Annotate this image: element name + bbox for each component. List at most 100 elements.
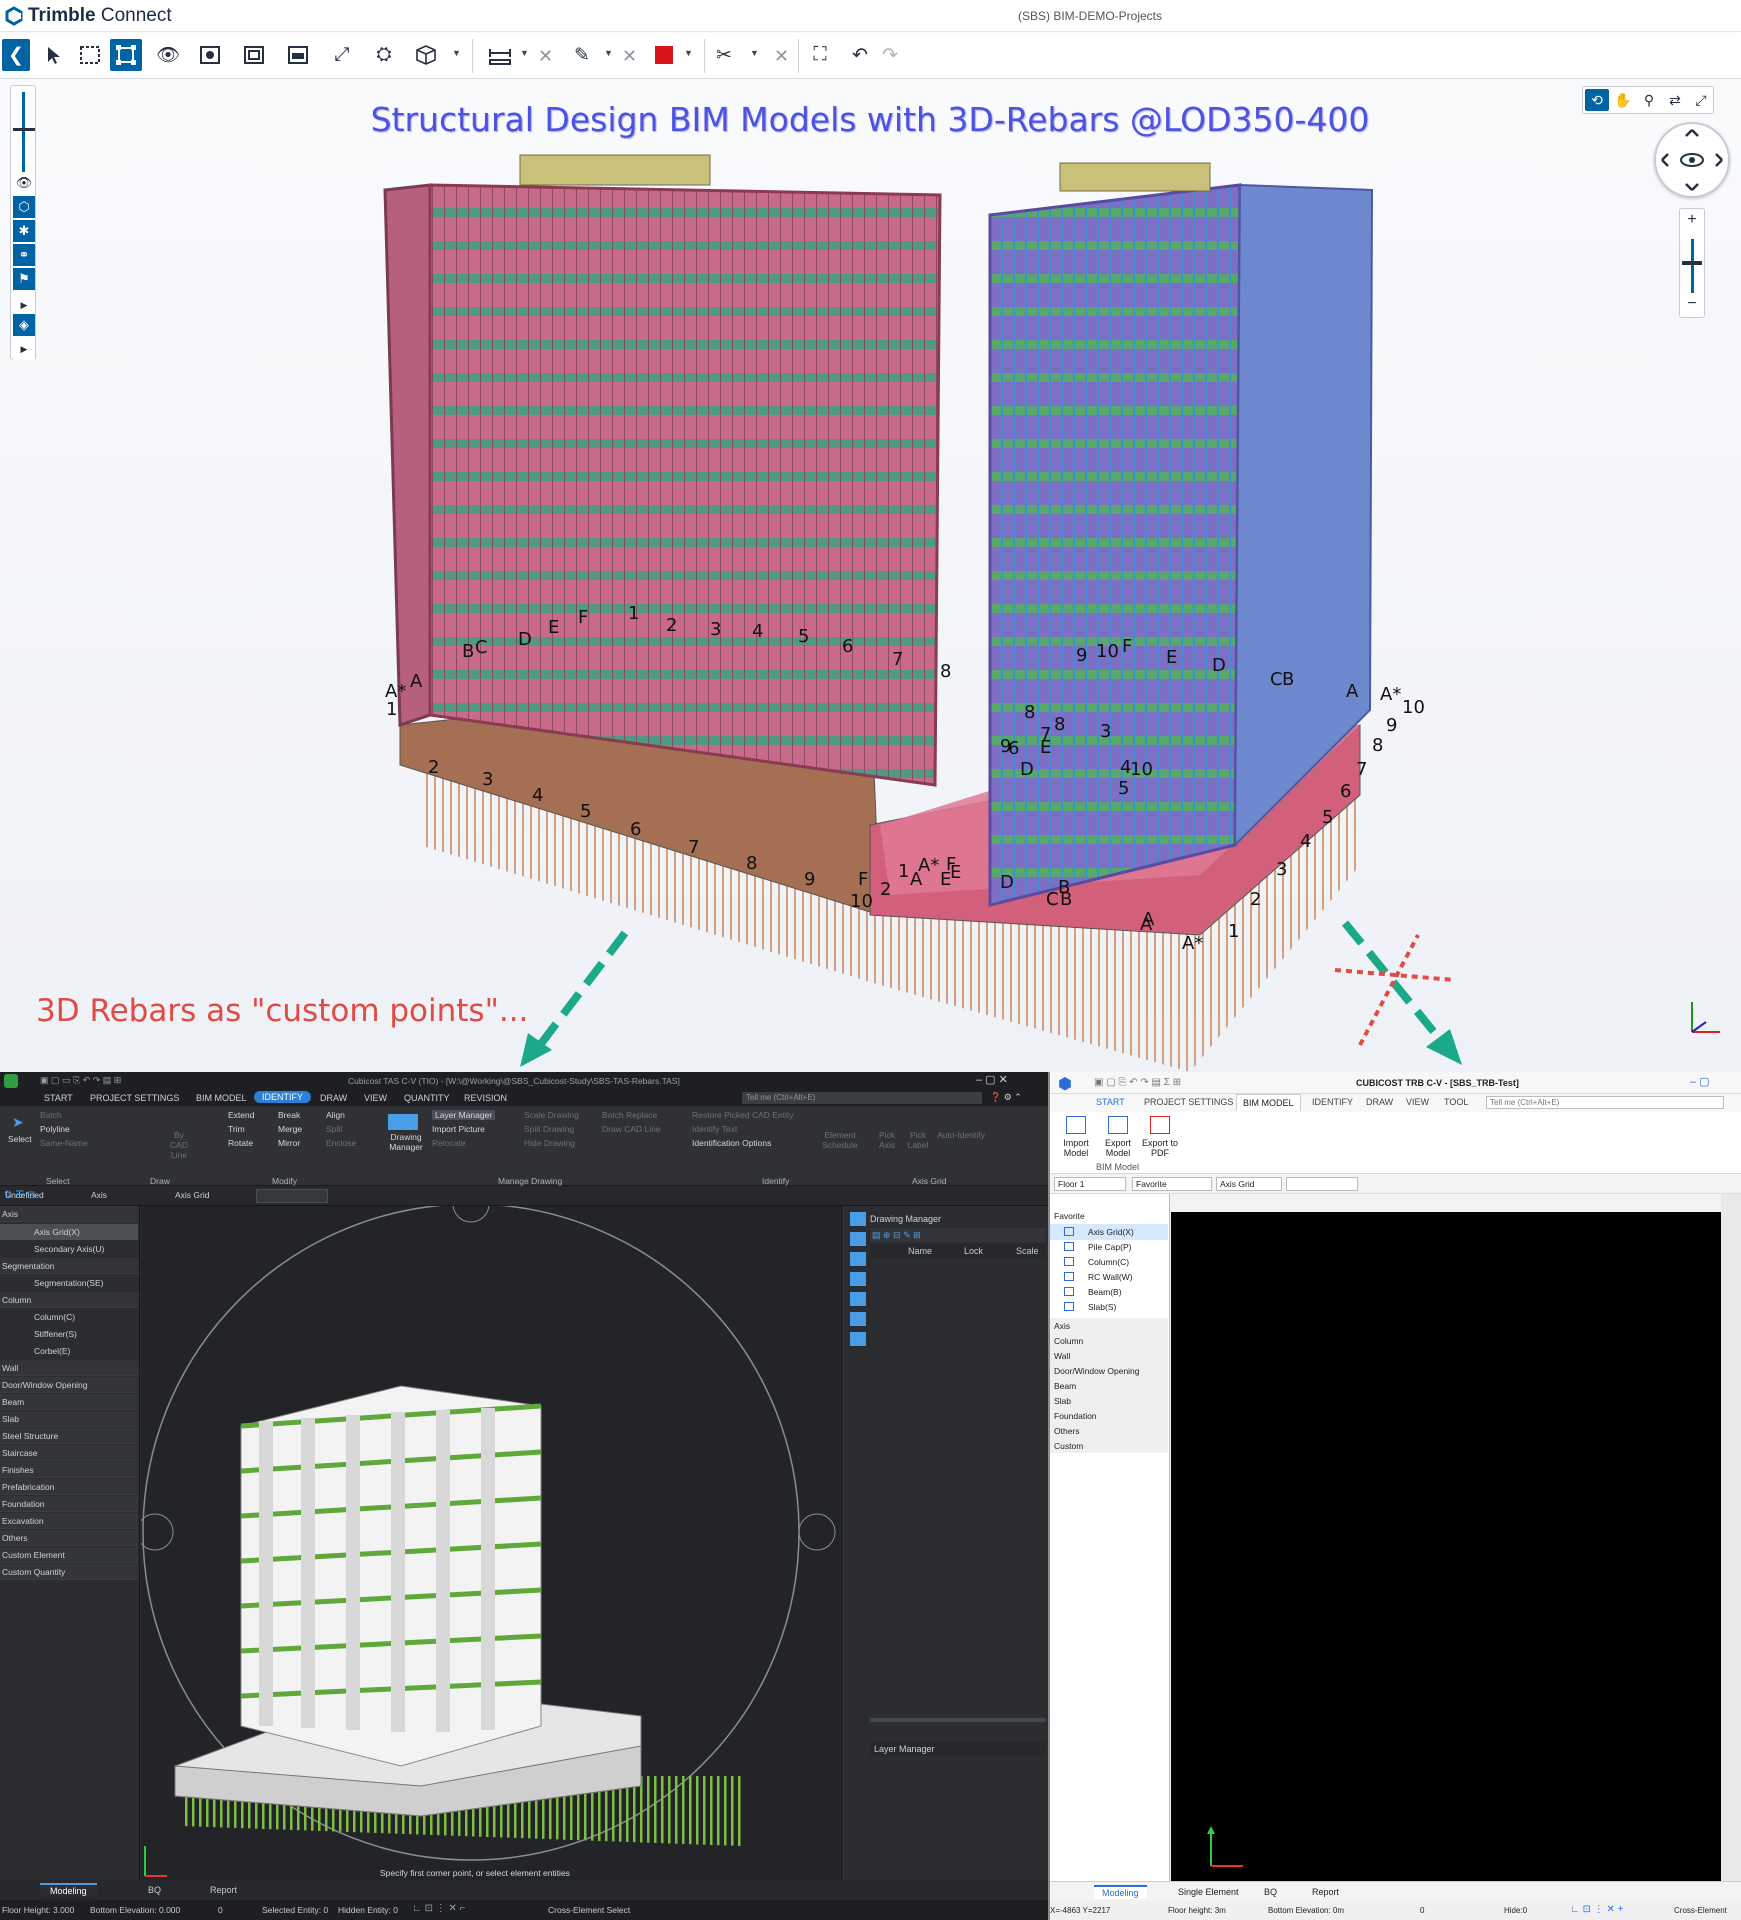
tab-single-element[interactable]: Single Element (1178, 1887, 1239, 1897)
tab-bim-model[interactable]: BIM MODEL (1236, 1094, 1301, 1111)
tree-item[interactable]: Segmentation(SE) (0, 1275, 138, 1291)
relocate-button[interactable]: Relocate (432, 1138, 466, 1148)
snap-tools-icons[interactable]: ∟ ⊡ ⋮ ✕ ⌐ (412, 1903, 466, 1914)
identification-options-button[interactable]: Identification Options (692, 1138, 771, 1148)
tab-report[interactable]: Report (210, 1885, 237, 1895)
tree-item[interactable]: Wall (0, 1360, 138, 1376)
merge-button[interactable]: Merge (278, 1124, 302, 1134)
tree-favorite-item[interactable]: Beam(B) (1050, 1284, 1168, 1300)
tell-me-search-input[interactable]: Tell me (Ctrl+Alt+E) (742, 1092, 982, 1104)
layer-manager-button[interactable]: Layer Manager (432, 1110, 496, 1120)
break-button[interactable]: Break (278, 1110, 300, 1120)
drawing-manager-button[interactable]: Drawing Manager (384, 1132, 428, 1152)
batch-replace-button[interactable]: Batch Replace (602, 1110, 657, 1120)
view-tool-icon[interactable] (850, 1212, 866, 1226)
identify-text-button[interactable]: Identify Text (692, 1124, 737, 1134)
tab-quantity[interactable]: QUANTITY (404, 1093, 450, 1103)
box-select-button[interactable] (74, 39, 106, 71)
snap-tools-icons[interactable]: ∟ ⊡ ⋮ ✕ + (1570, 1904, 1624, 1915)
auto-identify-button[interactable]: Auto-Identify (934, 1130, 988, 1140)
tree-item[interactable]: Segmentation (0, 1258, 138, 1274)
category-dropdown[interactable]: Favorite (1132, 1177, 1212, 1191)
measure-button[interactable] (484, 39, 516, 71)
polyline-button[interactable]: Polyline (40, 1124, 70, 1134)
section-cut-button[interactable]: ✂ (708, 39, 740, 71)
redo-button[interactable]: ↷ (874, 39, 906, 71)
tree-category[interactable]: Door/Window Opening (1050, 1363, 1168, 1379)
clear-markup-icon[interactable]: ✕ (622, 46, 637, 67)
cross-element-select[interactable]: Cross-Element Select (548, 1905, 630, 1915)
tree-category[interactable]: Foundation (1050, 1408, 1168, 1424)
tab-draw[interactable]: DRAW (320, 1093, 347, 1103)
tree-favorite-item[interactable]: Slab(S) (1050, 1299, 1168, 1315)
tab-start[interactable]: START (1096, 1097, 1125, 1107)
view-tool-icon[interactable] (850, 1232, 866, 1246)
tree-item[interactable]: Door/Window Opening (0, 1377, 138, 1393)
tree-item[interactable]: Stiffener(S) (0, 1326, 138, 1342)
tree-item[interactable]: Others (0, 1530, 138, 1546)
rotate-button[interactable]: Rotate (228, 1138, 253, 1148)
name-dropdown[interactable] (256, 1189, 328, 1203)
tell-me-search-input[interactable]: Tell me (Ctrl+Alt+E) (1486, 1096, 1724, 1109)
element-dropdown[interactable]: Axis Grid (172, 1189, 244, 1203)
tab-bq[interactable]: BQ (1264, 1887, 1277, 1897)
tab-identify[interactable]: IDENTIFY (254, 1091, 312, 1103)
tree-favorite-header[interactable]: Favorite (1050, 1208, 1168, 1224)
split-button[interactable]: Split (326, 1124, 343, 1134)
tree-item[interactable]: Column (0, 1292, 138, 1308)
draw-cad-line-button[interactable]: Draw CAD Line (602, 1124, 661, 1134)
by-cad-line-button[interactable]: By CAD Line (164, 1130, 194, 1160)
import-picture-button[interactable]: Import Picture (432, 1124, 485, 1134)
tree-category[interactable]: Column (1050, 1333, 1168, 1349)
tree-item[interactable]: Column(C) (0, 1309, 138, 1325)
element-dropdown[interactable]: Axis Grid (1216, 1177, 1282, 1191)
undo-button[interactable]: ↶ (844, 39, 876, 71)
cross-element-select[interactable]: Cross-Element (1674, 1906, 1727, 1915)
col-lock[interactable]: Lock (964, 1246, 983, 1256)
hide-button[interactable]: 👁 (152, 39, 184, 71)
tab-identify[interactable]: IDENTIFY (1312, 1097, 1353, 1107)
view-tools-strip[interactable] (850, 1206, 870, 1406)
select-button[interactable]: Select (8, 1134, 32, 1144)
hide-drawing-button[interactable]: Hide Drawing (524, 1138, 575, 1148)
fit-view-button[interactable]: ⤢ (326, 39, 358, 71)
tree-favorite-item[interactable]: Column(C) (1050, 1254, 1168, 1270)
tab-view[interactable]: VIEW (1406, 1097, 1429, 1107)
quick-access-icons[interactable]: ▣ ▢ ▭ ⎘ ↶ ↷ ▤ ⊞ (40, 1075, 121, 1086)
pen-dropdown-caret[interactable]: ▼ (604, 48, 613, 58)
tree-favorite-item[interactable]: Axis Grid(X) (1050, 1224, 1168, 1240)
tas-3d-viewport[interactable] (136, 1185, 841, 1900)
tree-favorite-item[interactable]: RC Wall(W) (1050, 1269, 1168, 1285)
tree-item[interactable]: Foundation (0, 1496, 138, 1512)
tab-modeling[interactable]: Modeling (40, 1883, 97, 1897)
tree-category[interactable]: Custom (1050, 1438, 1168, 1454)
mirror-button[interactable]: Mirror (278, 1138, 300, 1148)
tab-report[interactable]: Report (1312, 1887, 1339, 1897)
view-tool-icon[interactable] (850, 1252, 866, 1266)
tree-item[interactable]: Axis Grid(X) (0, 1224, 138, 1240)
tree-item[interactable]: Staircase (0, 1445, 138, 1461)
col-scale[interactable]: Scale (1016, 1246, 1039, 1256)
tree-toolbar[interactable]: ⇅ ☰ ⊟ (4, 1190, 35, 1201)
name-dropdown[interactable] (1286, 1177, 1358, 1191)
tree-item[interactable]: Beam (0, 1394, 138, 1410)
tree-category[interactable]: Axis (1050, 1318, 1168, 1334)
extend-button[interactable]: Extend (228, 1110, 254, 1120)
back-button[interactable]: ❮ (2, 39, 30, 71)
tab-bim-model[interactable]: BIM MODEL (196, 1093, 247, 1103)
pick-label-button[interactable]: Pick Label (906, 1130, 930, 1150)
section-dropdown-caret[interactable]: ▼ (750, 48, 759, 58)
isolate-button[interactable] (194, 39, 226, 71)
export-model-button[interactable]: Export Model (1098, 1138, 1138, 1158)
enclose-button[interactable]: Enclose (326, 1138, 356, 1148)
tab-project-settings[interactable]: PROJECT SETTINGS (1144, 1097, 1233, 1107)
tab-start[interactable]: START (44, 1093, 73, 1103)
clear-measure-icon[interactable]: ✕ (538, 46, 553, 67)
align-button[interactable]: Align (326, 1110, 345, 1120)
export-to-pdf-button[interactable]: Export to PDF (1140, 1138, 1180, 1158)
tree-item[interactable]: Steel Structure (0, 1428, 138, 1444)
same-name-button[interactable]: Same-Name (40, 1138, 88, 1148)
tab-revision[interactable]: REVISION (464, 1093, 507, 1103)
pick-axis-button[interactable]: Pick Axis (876, 1130, 898, 1150)
tree-category[interactable]: Others (1050, 1423, 1168, 1439)
